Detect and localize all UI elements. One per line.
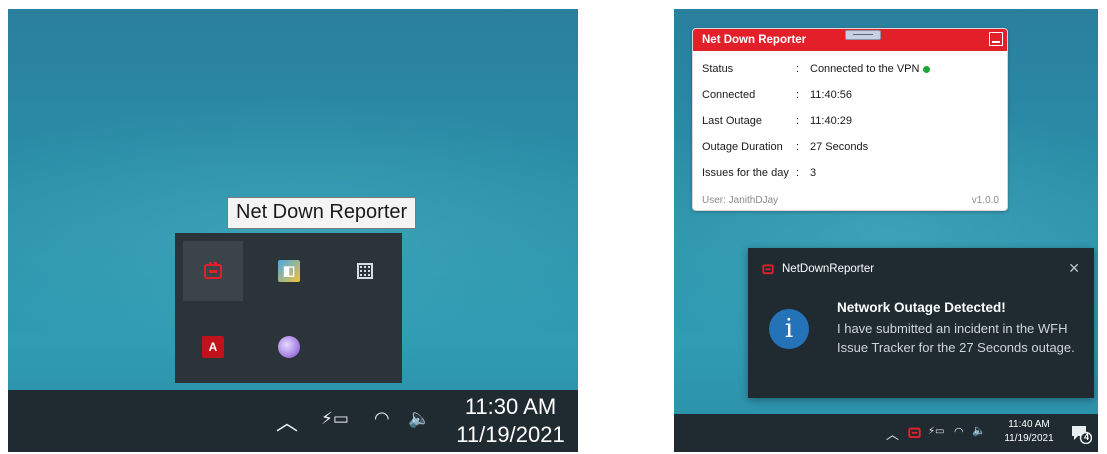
net-down-reporter-window: Net Down Reporter Status: Connected to th… bbox=[692, 28, 1008, 211]
toast-header: NetDownReporter bbox=[762, 263, 874, 275]
netdown-icon bbox=[762, 264, 774, 275]
close-icon[interactable]: ✕ bbox=[1068, 260, 1080, 277]
clock-time: 11:30 AM bbox=[464, 394, 557, 419]
monitor-app-icon: ◧ bbox=[278, 260, 300, 282]
battery-icon[interactable]: ⚡▭ bbox=[928, 426, 944, 437]
tray-overflow-popup: ◧ A bbox=[175, 233, 402, 383]
torbrowser-icon bbox=[278, 336, 300, 358]
wifi-icon[interactable]: ◠ bbox=[954, 425, 964, 438]
volume-icon[interactable]: 🔈 bbox=[972, 424, 986, 437]
chevron-up-icon[interactable]: ︿ bbox=[886, 424, 899, 443]
tray-tooltip: Net Down Reporter bbox=[227, 197, 417, 229]
connected-row: Connected:11:40:56 bbox=[702, 89, 853, 101]
right-desktop: Net Down Reporter Status: Connected to th… bbox=[674, 9, 1098, 452]
last-outage-row: Last Outage:11:40:29 bbox=[702, 115, 853, 127]
toast-message: I have submitted an incident in the WFH … bbox=[837, 321, 1075, 355]
toast-title: Network Outage Detected! bbox=[837, 300, 1006, 315]
chevron-up-icon[interactable]: ︿ bbox=[276, 405, 298, 437]
status-row: Status: Connected to the VPN bbox=[702, 63, 931, 75]
clock-date: 11/19/2021 bbox=[456, 422, 565, 447]
right-clock[interactable]: 11:40 AM 11/19/2021 bbox=[999, 418, 1059, 446]
window-title: Net Down Reporter bbox=[702, 34, 807, 46]
volume-icon[interactable]: 🔈 bbox=[408, 408, 430, 429]
right-taskbar: ︿ ⚡▭ ◠ 🔈 11:40 AM 11/19/2021 4 bbox=[674, 414, 1098, 452]
version-label: v1.0.0 bbox=[971, 195, 999, 206]
notification-count: 4 bbox=[1083, 432, 1089, 442]
left-clock[interactable]: 11:30 AM 11/19/2021 bbox=[453, 393, 568, 449]
battery-icon[interactable]: ⚡▭ bbox=[321, 409, 349, 429]
clock-date: 11/19/2021 bbox=[1004, 433, 1054, 444]
minimize-button[interactable] bbox=[989, 32, 1003, 46]
tray-monitor-app-button[interactable]: ◧ bbox=[259, 241, 319, 301]
status-dot bbox=[923, 65, 931, 73]
toast-app-name: NetDownReporter bbox=[782, 263, 875, 275]
window-footer: User: JanithDJay v1.0.0 bbox=[702, 195, 999, 206]
window-titlebar[interactable]: Net Down Reporter bbox=[693, 29, 1007, 51]
tray-calculator-button[interactable] bbox=[335, 241, 395, 301]
tray-netdown-button[interactable] bbox=[183, 241, 243, 301]
tray-torbrowser-button[interactable] bbox=[259, 317, 319, 377]
clock-time: 11:40 AM bbox=[1008, 419, 1050, 430]
calculator-icon bbox=[357, 263, 373, 279]
outage-toast[interactable]: NetDownReporter ✕ i Network Outage Detec… bbox=[748, 248, 1094, 398]
info-icon: i bbox=[769, 309, 809, 349]
wifi-icon[interactable]: ◠ bbox=[374, 408, 390, 429]
user-label: User: JanithDJay bbox=[702, 195, 779, 206]
tray-adobe-button[interactable]: A bbox=[183, 317, 243, 377]
status-value: Connected to the VPN bbox=[810, 63, 920, 75]
notification-center-button[interactable]: 4 bbox=[1070, 422, 1093, 445]
netdown-icon[interactable] bbox=[908, 426, 921, 439]
adobe-icon: A bbox=[202, 336, 224, 358]
netdown-icon bbox=[204, 262, 222, 279]
left-taskbar: ︿ ⚡▭ ◠ 🔈 11:30 AM 11/19/2021 bbox=[8, 390, 578, 452]
issues-row: Issues for the day:3 bbox=[702, 167, 817, 179]
outage-duration-row: Outage Duration:27 Seconds bbox=[702, 141, 869, 153]
left-desktop: Net Down Reporter ◧ A ︿ ⚡▭ ◠ 🔈 11:30 AM … bbox=[8, 9, 578, 452]
drag-handle[interactable] bbox=[845, 30, 881, 40]
